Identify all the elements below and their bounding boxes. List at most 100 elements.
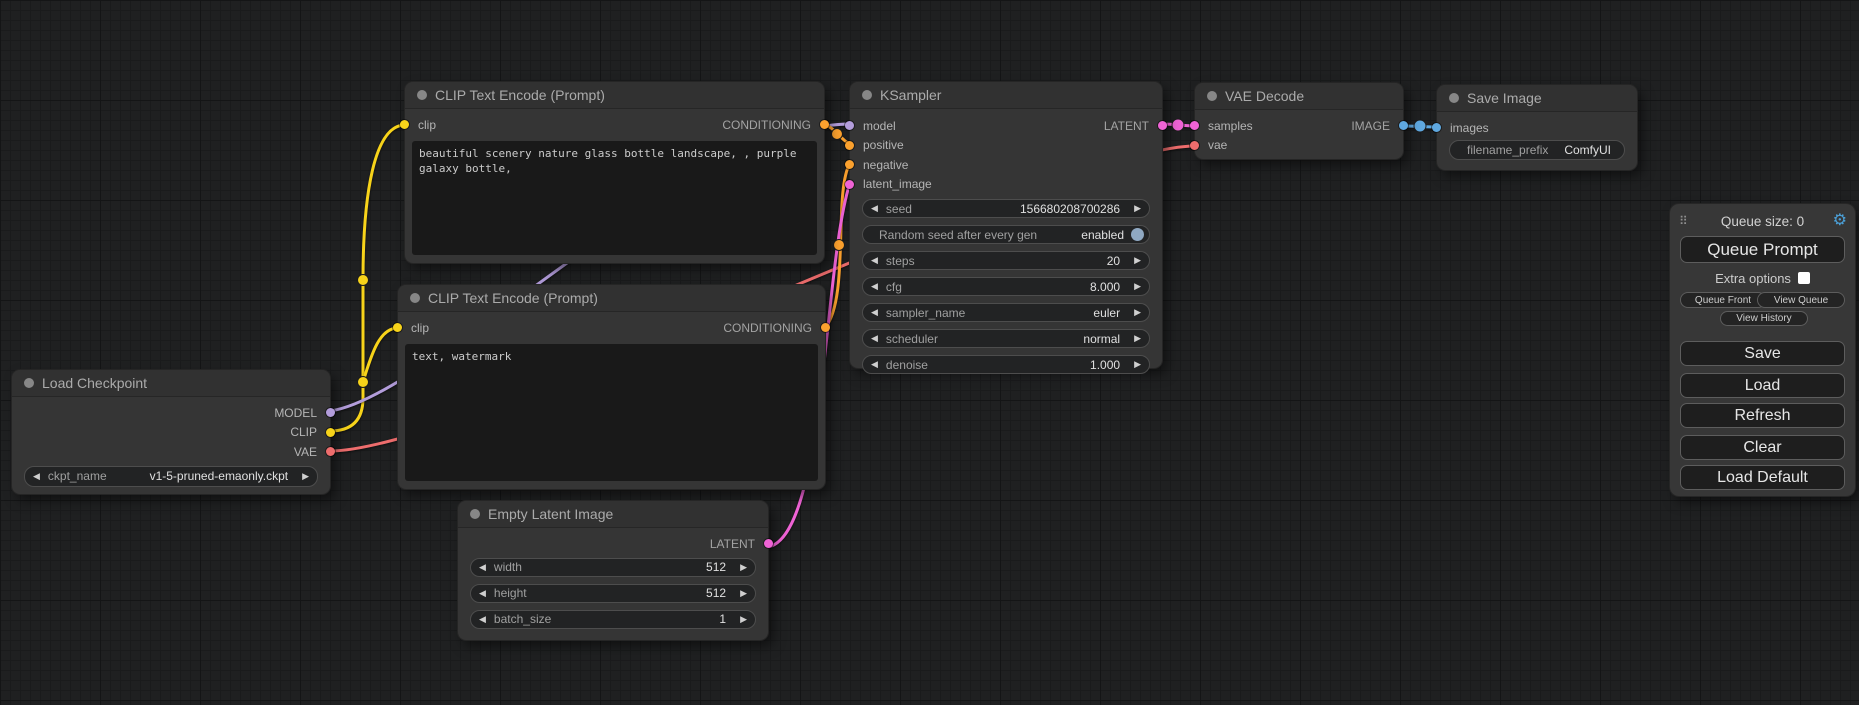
output-port-clip[interactable] [326, 428, 335, 437]
extra-options-checkbox[interactable] [1798, 272, 1810, 284]
widget-steps[interactable]: ◀steps 20▶ [862, 251, 1150, 270]
widget-label: scheduler [886, 332, 938, 346]
node-title[interactable]: VAE Decode [1195, 83, 1403, 110]
queue-menu-panel[interactable]: ⠿ Queue size: 0 ⚙ Queue Prompt Extra opt… [1670, 204, 1855, 496]
collapse-dot-icon[interactable] [470, 509, 480, 519]
decrement-arrow-icon[interactable]: ◀ [871, 282, 878, 291]
node-vae-decode[interactable]: VAE Decode samples IMAGE vae [1195, 83, 1403, 159]
increment-arrow-icon[interactable]: ▶ [1134, 308, 1141, 317]
input-port-images[interactable] [1432, 123, 1441, 132]
increment-arrow-icon[interactable]: ▶ [1134, 360, 1141, 369]
node-load-checkpoint[interactable]: Load Checkpoint MODEL CLIP VAE ◀ ckpt_na… [12, 370, 330, 494]
node-title-label: Empty Latent Image [488, 506, 613, 522]
increment-arrow-icon[interactable]: ▶ [740, 589, 747, 598]
port-row: images [1449, 118, 1625, 138]
widget-random-seed-toggle[interactable]: Random seed after every gen enabled [862, 225, 1150, 244]
widget-scheduler[interactable]: ◀scheduler normal▶ [862, 329, 1150, 348]
toggle-knob-icon[interactable] [1131, 228, 1144, 241]
widget-sampler-name[interactable]: ◀sampler_name euler▶ [862, 303, 1150, 322]
node-ksampler[interactable]: KSampler model LATENT positive negative [850, 82, 1162, 368]
collapse-dot-icon[interactable] [1207, 91, 1217, 101]
positive-prompt-textarea[interactable]: beautiful scenery nature glass bottle la… [412, 141, 817, 255]
increment-arrow-icon[interactable]: ▶ [1134, 282, 1141, 291]
input-port-model[interactable] [845, 121, 854, 130]
node-title-label: CLIP Text Encode (Prompt) [428, 290, 598, 306]
increment-arrow-icon[interactable]: ▶ [740, 615, 747, 624]
output-label-conditioning: CONDITIONING [723, 321, 812, 335]
queue-size-label: Queue size: 0 [1670, 214, 1855, 229]
graph-canvas[interactable]: { "icons": { "arrow_left": "◀", "arrow_r… [0, 0, 1859, 705]
clear-button[interactable]: Clear [1680, 435, 1845, 460]
node-title[interactable]: Empty Latent Image [458, 501, 768, 528]
collapse-dot-icon[interactable] [410, 293, 420, 303]
input-label-clip: clip [418, 118, 436, 132]
decrement-arrow-icon[interactable]: ◀ [871, 334, 878, 343]
output-port-latent[interactable] [764, 539, 773, 548]
input-port-positive[interactable] [845, 141, 854, 150]
decrement-arrow-icon[interactable]: ◀ [479, 615, 486, 624]
collapse-dot-icon[interactable] [862, 90, 872, 100]
widget-width[interactable]: ◀width 512▶ [470, 558, 756, 577]
widget-value: ComfyUI [1564, 143, 1611, 157]
output-port-image[interactable] [1399, 121, 1408, 130]
widget-cfg[interactable]: ◀cfg 8.000▶ [862, 277, 1150, 296]
drag-handle-icon[interactable]: ⠿ [1679, 214, 1687, 228]
increment-arrow-icon[interactable]: ▶ [302, 472, 309, 481]
input-port-clip[interactable] [400, 120, 409, 129]
save-button[interactable]: Save [1680, 341, 1845, 366]
negative-prompt-textarea[interactable]: text, watermark [405, 344, 818, 481]
increment-arrow-icon[interactable]: ▶ [1134, 204, 1141, 213]
decrement-arrow-icon[interactable]: ◀ [479, 563, 486, 572]
view-history-button[interactable]: View History [1720, 311, 1808, 326]
node-title[interactable]: CLIP Text Encode (Prompt) [405, 82, 824, 109]
input-label-images: images [1450, 121, 1489, 135]
input-port-negative[interactable] [845, 160, 854, 169]
collapse-dot-icon[interactable] [1449, 93, 1459, 103]
decrement-arrow-icon[interactable]: ◀ [871, 360, 878, 369]
input-port-vae[interactable] [1190, 141, 1199, 150]
node-title[interactable]: KSampler [850, 82, 1162, 109]
node-empty-latent-image[interactable]: Empty Latent Image LATENT ◀width 512▶ ◀h… [458, 501, 768, 640]
queue-front-button[interactable]: Queue Front [1680, 292, 1766, 308]
node-title-label: Save Image [1467, 90, 1542, 106]
decrement-arrow-icon[interactable]: ◀ [871, 256, 878, 265]
widget-label: filename_prefix [1467, 143, 1548, 157]
widget-denoise[interactable]: ◀denoise 1.000▶ [862, 355, 1150, 374]
decrement-arrow-icon[interactable]: ◀ [33, 472, 40, 481]
queue-prompt-button[interactable]: Queue Prompt [1680, 236, 1845, 263]
node-title[interactable]: CLIP Text Encode (Prompt) [398, 285, 825, 312]
node-clip-text-encode-negative[interactable]: CLIP Text Encode (Prompt) clip CONDITION… [398, 285, 825, 489]
widget-height[interactable]: ◀height 512▶ [470, 584, 756, 603]
collapse-dot-icon[interactable] [417, 90, 427, 100]
output-port-conditioning[interactable] [821, 323, 830, 332]
increment-arrow-icon[interactable]: ▶ [1134, 256, 1141, 265]
widget-batch-size[interactable]: ◀batch_size 1▶ [470, 610, 756, 629]
decrement-arrow-icon[interactable]: ◀ [871, 308, 878, 317]
port-row: samples IMAGE [1207, 116, 1391, 136]
increment-arrow-icon[interactable]: ▶ [740, 563, 747, 572]
refresh-button[interactable]: Refresh [1680, 403, 1845, 428]
widget-filename-prefix[interactable]: filename_prefix ComfyUI [1449, 140, 1625, 160]
port-row: model LATENT [862, 116, 1150, 136]
node-title[interactable]: Save Image [1437, 85, 1637, 112]
widget-ckpt-name[interactable]: ◀ ckpt_name v1-5-pruned-emaonly.ckpt ▶ [24, 466, 318, 487]
decrement-arrow-icon[interactable]: ◀ [479, 589, 486, 598]
output-port-latent[interactable] [1158, 121, 1167, 130]
view-queue-button[interactable]: View Queue [1757, 292, 1845, 308]
widget-seed[interactable]: ◀seed 156680208700286▶ [862, 199, 1150, 218]
collapse-dot-icon[interactable] [24, 378, 34, 388]
output-port-conditioning[interactable] [820, 120, 829, 129]
node-clip-text-encode-positive[interactable]: CLIP Text Encode (Prompt) clip CONDITION… [405, 82, 824, 263]
load-default-button[interactable]: Load Default [1680, 465, 1845, 490]
node-save-image[interactable]: Save Image images filename_prefix ComfyU… [1437, 85, 1637, 170]
wire-clip-branch [363, 328, 398, 382]
load-button[interactable]: Load [1680, 373, 1845, 398]
input-port-clip[interactable] [393, 323, 402, 332]
node-title[interactable]: Load Checkpoint [12, 370, 330, 397]
increment-arrow-icon[interactable]: ▶ [1134, 334, 1141, 343]
settings-gear-icon[interactable]: ⚙ [1833, 213, 1847, 229]
input-label-latent-image: latent_image [863, 177, 932, 191]
input-port-samples[interactable] [1190, 121, 1199, 130]
input-port-latent-image[interactable] [845, 180, 854, 189]
decrement-arrow-icon[interactable]: ◀ [871, 204, 878, 213]
